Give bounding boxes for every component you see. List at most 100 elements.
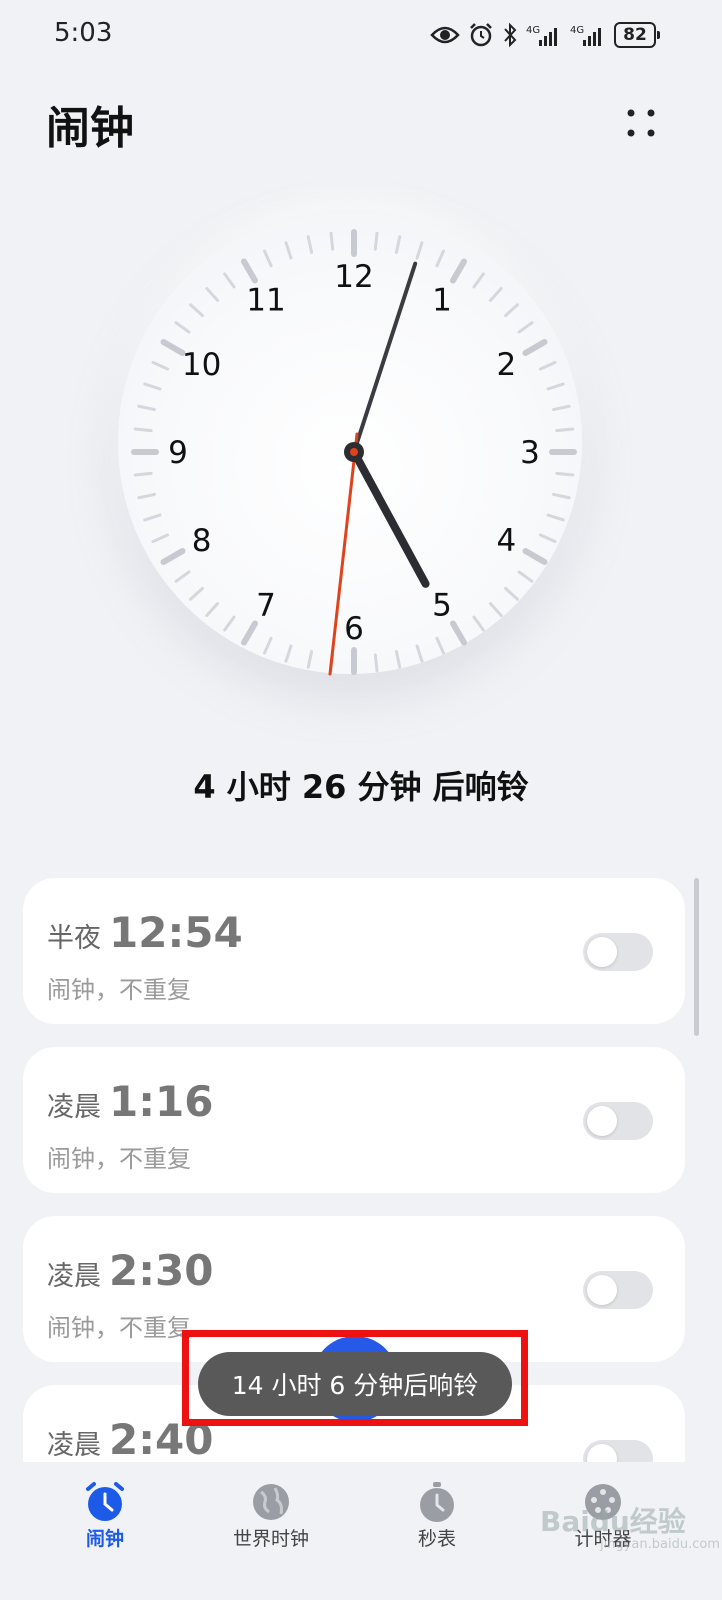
globe-icon	[253, 1484, 289, 1520]
clock-major-tick	[450, 258, 467, 284]
status-time: 5:03	[54, 18, 113, 48]
clock-minor-tick	[415, 241, 424, 260]
clock-minor-tick	[143, 513, 162, 522]
alarm-clock-icon	[86, 1482, 124, 1521]
clock-minor-tick	[223, 615, 236, 632]
clock-number: 1	[432, 283, 452, 319]
clock-minor-tick	[151, 533, 170, 543]
alarm-time: 1:16	[109, 1077, 214, 1126]
clock-minor-tick	[284, 241, 293, 260]
more-dots-icon[interactable]	[618, 100, 664, 146]
alarm-card[interactable]: 半夜 12:54 闹钟，不重复	[23, 878, 685, 1024]
clock-number: 10	[182, 347, 221, 383]
clock-minor-tick	[394, 650, 402, 669]
clock-number: 3	[520, 435, 540, 471]
clock-minor-tick	[552, 404, 571, 412]
clock-minor-tick	[284, 644, 293, 663]
clock-minor-tick	[546, 513, 565, 522]
clock-minor-tick	[223, 272, 236, 289]
clock-minor-tick	[137, 492, 156, 500]
alarm-period: 半夜	[47, 923, 101, 954]
toggle-knob	[587, 937, 617, 967]
clock-minor-tick	[504, 303, 519, 317]
clock-minor-tick	[306, 650, 314, 669]
signal-4g-icon-2: 4G	[570, 25, 601, 46]
clock-minor-tick	[151, 361, 170, 371]
tab-label: 世界时钟	[232, 1528, 309, 1550]
clock-minor-tick	[472, 615, 485, 632]
clock-major-tick	[241, 258, 258, 284]
clock-number: 5	[432, 587, 452, 623]
hour-hand	[350, 448, 430, 588]
alarm-card[interactable]: 凌晨 1:16 闹钟，不重复	[23, 1047, 685, 1193]
clock-minor-tick	[489, 287, 503, 302]
clock-number: 12	[334, 259, 373, 295]
battery-icon: 82	[614, 22, 660, 48]
alarm-description: 闹钟，不重复	[47, 976, 191, 1004]
clock-minor-tick	[205, 602, 219, 617]
clock-minor-tick	[538, 533, 557, 543]
clock-major-tick	[522, 339, 548, 356]
analog-clock: 12 1 2 3 4 5 6 7 8 9 10 11	[110, 180, 590, 720]
toggle-knob	[587, 1275, 617, 1305]
tab-alarm[interactable]: 闹钟	[35, 1462, 175, 1600]
clock-minor-tick	[373, 653, 379, 673]
svg-text:4G: 4G	[570, 25, 584, 36]
bluetooth-icon	[504, 22, 517, 48]
clock-minor-tick	[394, 235, 402, 254]
clock-dial: 121234567891011	[131, 229, 577, 676]
clock-minor-tick	[435, 636, 445, 655]
clock-number: 8	[192, 523, 212, 559]
scrollbar[interactable]	[694, 878, 699, 1036]
tab-label: 秒表	[417, 1528, 456, 1550]
baidu-watermark-url: jingyan.baidu.com	[600, 1537, 720, 1552]
clock-minor-tick	[373, 231, 379, 251]
clock-number: 6	[344, 611, 364, 647]
clock-minor-tick	[329, 231, 335, 251]
alarm-toggle[interactable]	[583, 1102, 653, 1140]
tab-label: 闹钟	[85, 1528, 124, 1550]
clock-minor-tick	[189, 303, 204, 317]
clock-minor-tick	[552, 492, 571, 500]
clock-major-tick	[160, 548, 186, 565]
clock-minor-tick	[435, 249, 445, 268]
tab-world-clock[interactable]: 世界时钟	[201, 1462, 341, 1600]
alarm-toggle[interactable]	[583, 1271, 653, 1309]
clock-minor-tick	[472, 272, 485, 289]
clock-major-tick	[241, 620, 258, 646]
clock-number: 7	[256, 587, 276, 623]
clock-major-tick	[160, 339, 186, 356]
alarm-period: 凌晨	[47, 1261, 101, 1292]
eye-comfort-icon	[430, 26, 460, 44]
battery-level: 82	[614, 22, 656, 48]
clock-minor-tick	[555, 471, 575, 477]
status-bar: 5:03 4G 4G 82	[0, 0, 722, 70]
status-icons: 4G 4G 82	[430, 20, 660, 50]
alarm-period: 凌晨	[47, 1430, 101, 1461]
clock-minor-tick	[517, 321, 534, 334]
clock-minor-tick	[174, 321, 191, 334]
signal-4g-icon: 4G	[526, 25, 557, 46]
alarm-toggle[interactable]	[583, 933, 653, 971]
clock-minor-tick	[555, 427, 575, 433]
clock-minor-tick	[189, 587, 204, 601]
clock-minor-tick	[133, 471, 153, 477]
next-alarm-countdown: 4 小时 26 分钟 后响铃	[193, 768, 529, 806]
clock-minor-tick	[517, 570, 534, 583]
tab-stopwatch[interactable]: 秒表	[367, 1462, 507, 1600]
toggle-knob	[587, 1106, 617, 1136]
alarm-time-row: 凌晨 1:16	[47, 1077, 213, 1126]
clock-minor-tick	[489, 602, 503, 617]
alarm-time-row: 半夜 12:54	[47, 908, 243, 957]
alarm-description: 闹钟，不重复	[47, 1145, 191, 1173]
clock-minor-tick	[306, 235, 314, 254]
alarm-period: 凌晨	[47, 1092, 101, 1123]
alarm-description: 闹钟，不重复	[47, 1314, 191, 1342]
clock-minor-tick	[538, 361, 557, 371]
clock-center-dot	[350, 448, 358, 456]
clock-number: 2	[497, 347, 517, 383]
clock-minor-tick	[263, 636, 273, 655]
page-title: 闹钟	[46, 103, 134, 154]
clock-minor-tick	[174, 570, 191, 583]
clock-minor-tick	[143, 382, 162, 391]
